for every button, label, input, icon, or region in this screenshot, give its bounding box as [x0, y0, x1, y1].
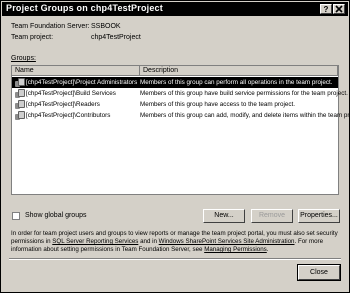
sql-reporting-services-link[interactable]: SQL Server Reporting Services: [52, 238, 138, 245]
show-global-groups-checkbox[interactable]: [12, 212, 20, 220]
group-name: [chp4TestProject]\Project Administrators: [26, 79, 138, 86]
group-row[interactable]: [chp4TestProject]\Build Services Members…: [12, 88, 348, 99]
group-description: Members of this group have access to the…: [140, 101, 296, 108]
group-description: Members of this group can perform all op…: [140, 79, 333, 86]
info-text-part: .: [266, 246, 269, 254]
group-description: Members of this group have build service…: [140, 90, 348, 97]
project-value: chp4TestProject: [91, 34, 141, 41]
help-button[interactable]: ?: [320, 4, 332, 14]
group-row[interactable]: [chp4TestProject]\Readers Members of thi…: [12, 99, 338, 110]
group-row[interactable]: [chp4TestProject]\Project Administrators…: [12, 77, 338, 88]
info-text-part: and in: [138, 238, 159, 246]
managing-permissions-link[interactable]: Managing Permissions: [204, 246, 267, 253]
permissions-info-text: In order for team project users and grou…: [11, 230, 341, 255]
column-header-description[interactable]: Description: [140, 66, 338, 76]
group-icon: [15, 111, 25, 120]
remove-button[interactable]: Remove: [251, 209, 293, 223]
server-label: Team Foundation Server:: [11, 23, 90, 30]
new-button[interactable]: New...: [203, 209, 245, 223]
server-value: SSBOOK: [91, 23, 121, 30]
properties-button[interactable]: Properties...: [298, 209, 340, 223]
group-row[interactable]: [chp4TestProject]\Contributors Members o…: [12, 110, 350, 121]
group-icon: [15, 89, 25, 98]
close-icon: [335, 5, 343, 13]
close-window-button[interactable]: [333, 4, 345, 14]
project-groups-dialog: Project Groups on chp4TestProject ? Team…: [0, 0, 350, 293]
group-name: [chp4TestProject]\Build Services: [26, 90, 116, 97]
column-header-name[interactable]: Name: [12, 66, 140, 76]
footer-divider: [9, 258, 341, 260]
close-button[interactable]: Close: [297, 264, 341, 281]
group-icon: [15, 78, 25, 87]
group-name: [chp4TestProject]\Contributors: [26, 112, 111, 119]
project-label: Team project:: [11, 34, 54, 41]
sharepoint-admin-link[interactable]: Windows SharePoint Services Site Adminis…: [159, 238, 295, 245]
groups-list[interactable]: Name Description [chp4TestProject]\Proje…: [11, 65, 350, 195]
title-bar[interactable]: Project Groups on chp4TestProject ?: [2, 2, 348, 16]
show-global-groups-label: Show global groups: [25, 212, 87, 219]
group-icon: [15, 100, 25, 109]
dialog-title: Project Groups on chp4TestProject: [6, 3, 163, 13]
group-description: Members of this group can add, modify, a…: [140, 112, 350, 119]
groups-label: Groups:: [11, 55, 36, 62]
group-name: [chp4TestProject]\Readers: [26, 101, 100, 108]
